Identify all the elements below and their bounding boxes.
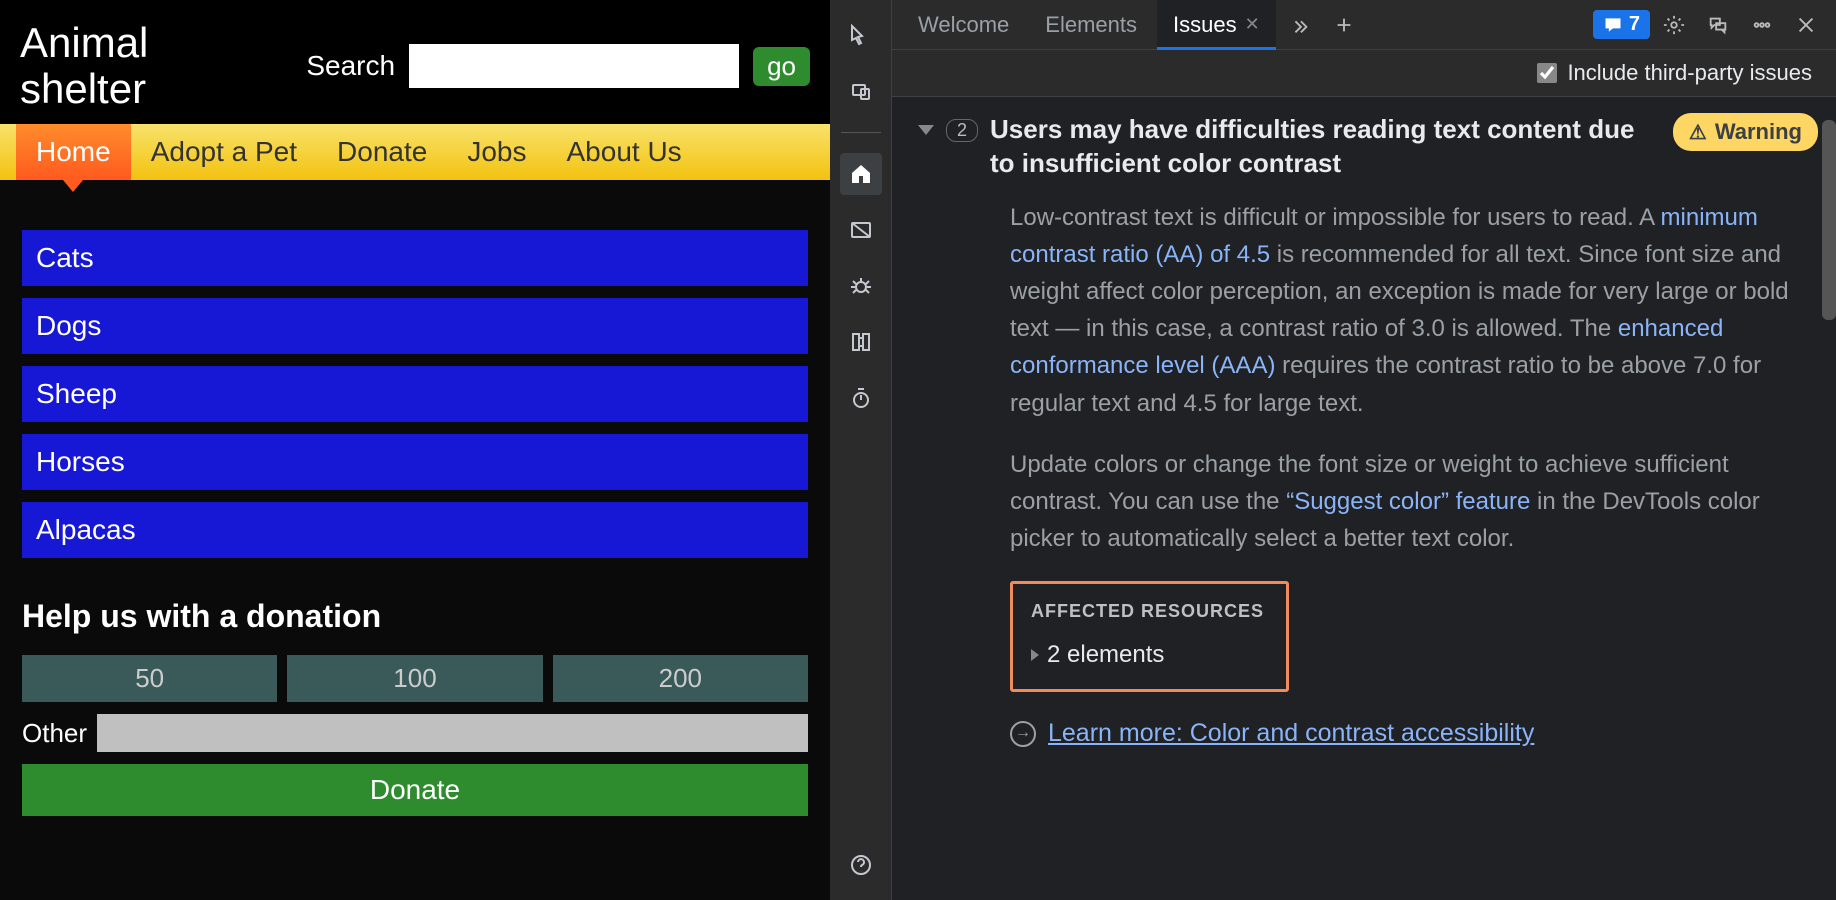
- add-tab-icon[interactable]: [1324, 5, 1364, 45]
- category-list: Cats Dogs Sheep Horses Alpacas: [22, 230, 808, 558]
- donate-50[interactable]: 50: [22, 655, 277, 702]
- site-title: Animal shelter: [20, 20, 148, 112]
- tab-welcome-label: Welcome: [918, 12, 1009, 38]
- search-group: Search go: [306, 44, 810, 88]
- timer-icon[interactable]: [840, 377, 882, 419]
- donate-200[interactable]: 200: [553, 655, 808, 702]
- issues-toolbar: Include third-party issues: [892, 50, 1836, 97]
- network-icon[interactable]: [840, 321, 882, 363]
- tab-elements[interactable]: Elements: [1029, 0, 1153, 49]
- issue-occurrence-badge: 2: [946, 119, 978, 142]
- tab-elements-label: Elements: [1045, 12, 1137, 38]
- more-menu-icon[interactable]: [1742, 5, 1782, 45]
- affected-resources-count: 2 elements: [1047, 636, 1164, 673]
- donation-section: Help us with a donation 50 100 200 Other…: [22, 598, 808, 816]
- learn-more-row: → Learn more: Color and contrast accessi…: [1010, 714, 1818, 753]
- issue-header-row[interactable]: 2 Users may have difficulties reading te…: [910, 113, 1818, 181]
- donation-other-label: Other: [22, 718, 87, 749]
- webpage-preview: Animal shelter Search go Home Adopt a Pe…: [0, 0, 830, 900]
- more-tabs-icon[interactable]: [1280, 5, 1320, 45]
- p1-a: Low-contrast text is difficult or imposs…: [1010, 204, 1661, 231]
- include-third-party-text: Include third-party issues: [1567, 60, 1812, 86]
- scrollbar-thumb[interactable]: [1822, 120, 1836, 320]
- affected-resources-title: AFFECTED RESOURCES: [1031, 598, 1264, 626]
- bug-icon[interactable]: [840, 265, 882, 307]
- category-dogs[interactable]: Dogs: [22, 298, 808, 354]
- donation-other-input[interactable]: [97, 714, 808, 752]
- donate-button[interactable]: Donate: [22, 764, 808, 816]
- nav-home[interactable]: Home: [16, 124, 131, 180]
- devtools-sidebar: [830, 0, 892, 900]
- image-off-icon[interactable]: [840, 209, 882, 251]
- nav-adopt[interactable]: Adopt a Pet: [131, 124, 317, 180]
- include-third-party-label[interactable]: Include third-party issues: [1537, 60, 1812, 86]
- affected-resources-expand[interactable]: 2 elements: [1031, 636, 1264, 673]
- donation-heading: Help us with a donation: [22, 598, 808, 635]
- learn-more-link[interactable]: Learn more: Color and contrast accessibi…: [1048, 714, 1534, 753]
- category-alpacas[interactable]: Alpacas: [22, 502, 808, 558]
- issue-paragraph-1: Low-contrast text is difficult or imposs…: [1010, 199, 1818, 422]
- chevron-down-icon[interactable]: [918, 125, 934, 135]
- search-label: Search: [306, 50, 395, 82]
- tab-issues[interactable]: Issues ✕: [1157, 0, 1276, 49]
- category-cats[interactable]: Cats: [22, 230, 808, 286]
- devtools-panel: Welcome Elements Issues ✕ 7: [830, 0, 1836, 900]
- devtools-main: Welcome Elements Issues ✕ 7: [892, 0, 1836, 900]
- devtools-tabs: Welcome Elements Issues ✕ 7: [892, 0, 1836, 50]
- nav-jobs[interactable]: Jobs: [447, 124, 546, 180]
- external-link-icon: →: [1010, 721, 1036, 747]
- issues-body: 2 Users may have difficulties reading te…: [892, 97, 1836, 900]
- main-nav: Home Adopt a Pet Donate Jobs About Us: [0, 124, 830, 180]
- link-suggest-color[interactable]: “Suggest color” feature: [1286, 488, 1530, 515]
- issue-count-value: 7: [1629, 13, 1640, 36]
- close-devtools-icon[interactable]: [1786, 5, 1826, 45]
- nav-about[interactable]: About Us: [547, 124, 702, 180]
- issue-count-badge[interactable]: 7: [1593, 10, 1650, 39]
- category-horses[interactable]: Horses: [22, 434, 808, 490]
- donate-100[interactable]: 100: [287, 655, 542, 702]
- chevron-right-icon: [1031, 649, 1039, 661]
- issue-detail: Low-contrast text is difficult or imposs…: [1010, 199, 1818, 754]
- help-icon[interactable]: [840, 844, 882, 886]
- nav-donate[interactable]: Donate: [317, 124, 447, 180]
- title-line2: shelter: [20, 65, 146, 112]
- donation-amounts: 50 100 200: [22, 655, 808, 702]
- severity-text: Warning: [1715, 119, 1802, 145]
- title-line1: Animal: [20, 19, 148, 66]
- search-go-button[interactable]: go: [753, 47, 810, 86]
- sidebar-separator: [841, 132, 881, 133]
- issue-title: Users may have difficulties reading text…: [990, 113, 1661, 181]
- affected-resources-box: AFFECTED RESOURCES 2 elements: [1010, 581, 1289, 692]
- site-header: Animal shelter Search go: [0, 0, 830, 124]
- close-tab-icon[interactable]: ✕: [1245, 14, 1260, 35]
- device-icon[interactable]: [840, 70, 882, 112]
- severity-warning-badge: Warning: [1673, 113, 1818, 151]
- tab-welcome[interactable]: Welcome: [902, 0, 1025, 49]
- issue-paragraph-2: Update colors or change the font size or…: [1010, 446, 1818, 558]
- inspect-icon[interactable]: [840, 14, 882, 56]
- search-input[interactable]: [409, 44, 739, 88]
- donation-other-row: Other: [22, 714, 808, 752]
- category-sheep[interactable]: Sheep: [22, 366, 808, 422]
- home-icon[interactable]: [840, 153, 882, 195]
- feedback-icon[interactable]: [1698, 5, 1738, 45]
- settings-icon[interactable]: [1654, 5, 1694, 45]
- page-content: Cats Dogs Sheep Horses Alpacas Help us w…: [0, 180, 830, 836]
- include-third-party-checkbox[interactable]: [1537, 63, 1557, 83]
- tab-issues-label: Issues: [1173, 12, 1237, 38]
